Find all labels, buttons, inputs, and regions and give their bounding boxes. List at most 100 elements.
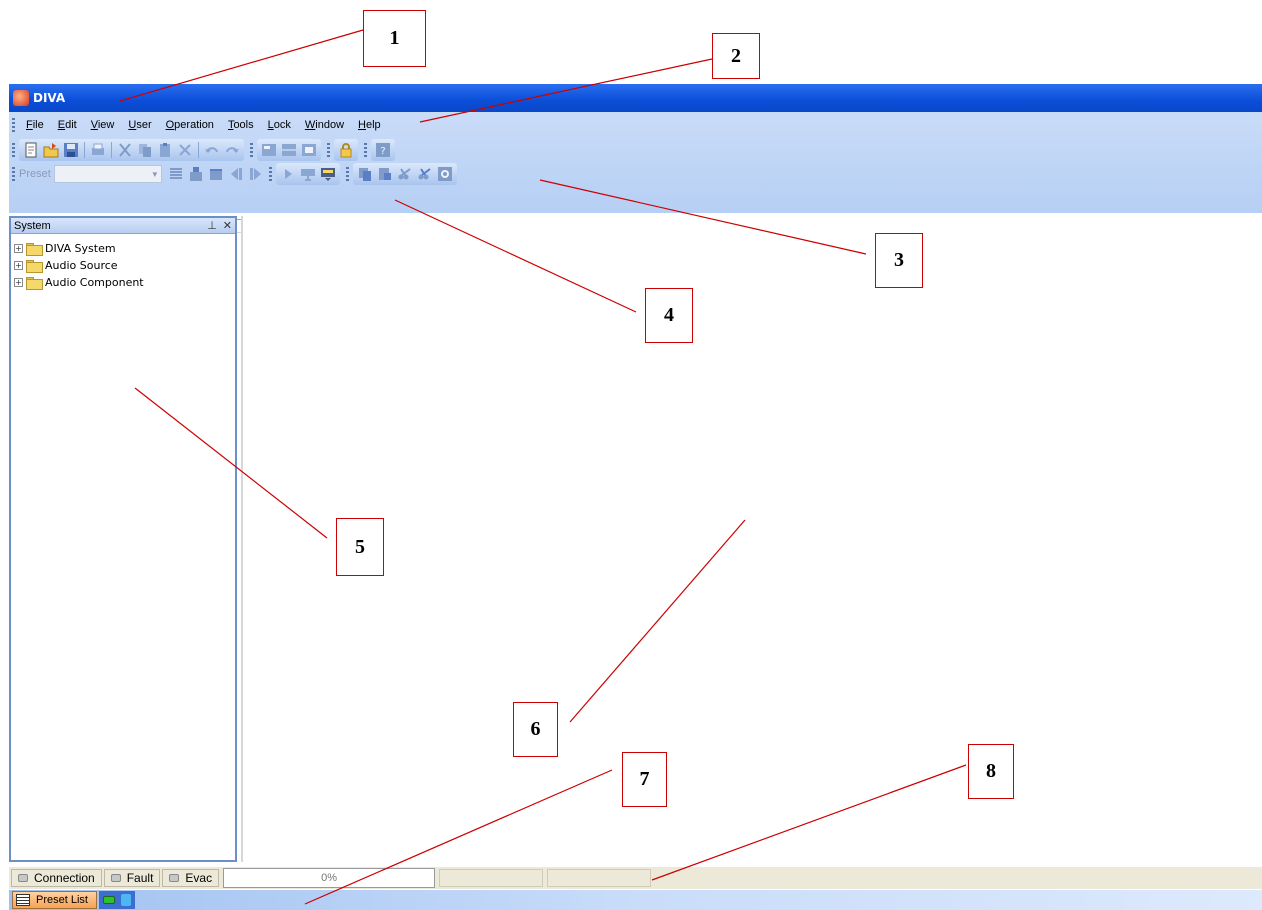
undo-icon[interactable] — [203, 141, 221, 159]
delete-icon[interactable] — [176, 141, 194, 159]
task-bar: Preset List — [9, 890, 1262, 910]
connection-led-icon — [18, 874, 28, 882]
component-paste-icon[interactable] — [376, 165, 394, 183]
expand-icon[interactable]: + — [14, 244, 23, 253]
folder-icon — [26, 243, 43, 256]
monitor-icon[interactable] — [299, 165, 317, 183]
system-panel-title: System — [14, 219, 51, 232]
save-icon[interactable] — [62, 141, 80, 159]
standard-toolbar: ? — [9, 138, 1262, 162]
tree-item-label: Audio Source — [45, 259, 118, 272]
separator — [111, 142, 112, 158]
component-cut-icon[interactable] — [396, 165, 414, 183]
preset-remove-icon[interactable] — [207, 165, 225, 183]
play-icon[interactable] — [279, 165, 297, 183]
preset-toolbar: Preset ▼ — [9, 162, 1262, 186]
layout-toolbar-group — [257, 139, 321, 161]
callout-1: 1 — [363, 10, 426, 67]
progress-text: 0% — [321, 872, 338, 884]
tray-icons — [98, 891, 135, 909]
tree-item-label: Audio Component — [45, 276, 144, 289]
callout-6: 6 — [513, 702, 558, 757]
system-panel: System ⊥ ✕ + DIVA System + Audio Source — [9, 216, 237, 862]
preset-list-label: Preset List — [36, 894, 88, 906]
menu-file[interactable]: File — [19, 119, 51, 131]
help-icon[interactable]: ? — [374, 141, 392, 159]
menu-user[interactable]: User — [121, 119, 158, 131]
lock-icon[interactable] — [337, 141, 355, 159]
preset-list-button[interactable]: Preset List — [12, 891, 97, 909]
print-icon[interactable] — [89, 141, 107, 159]
new-icon[interactable] — [22, 141, 40, 159]
progress-bar: 0% — [223, 868, 436, 888]
close-icon[interactable]: ✕ — [223, 219, 232, 232]
callout-2: 2 — [712, 33, 760, 79]
menu-tools[interactable]: Tools — [221, 119, 261, 131]
paste-icon[interactable] — [156, 141, 174, 159]
layout-one-icon[interactable] — [260, 141, 278, 159]
redo-icon[interactable] — [223, 141, 241, 159]
grip-icon[interactable] — [364, 143, 367, 157]
main-workspace[interactable] — [241, 216, 1262, 862]
folder-icon — [26, 277, 43, 290]
cut-icon[interactable] — [116, 141, 134, 159]
open-icon[interactable] — [42, 141, 60, 159]
window-title: DIVA — [33, 91, 66, 105]
help-toolbar-group: ? — [371, 139, 395, 161]
component-toolbar-group — [352, 163, 457, 185]
tree-item-label: DIVA System — [45, 242, 116, 255]
separator — [198, 142, 199, 158]
preset-combo[interactable]: ▼ — [53, 165, 162, 183]
command-bars: File Edit View User Operation Tools Lock… — [9, 112, 1262, 233]
callout-4: 4 — [645, 288, 693, 343]
menu-edit[interactable]: Edit — [51, 119, 84, 131]
grip-icon[interactable] — [250, 143, 253, 157]
component-cut-alt-icon[interactable] — [416, 165, 434, 183]
menu-operation[interactable]: Operation — [159, 119, 221, 131]
layout-three-icon[interactable] — [300, 141, 318, 159]
preset-prev-icon[interactable] — [227, 165, 245, 183]
separator — [84, 142, 85, 158]
callout-5: 5 — [336, 518, 384, 576]
preset-add-icon[interactable] — [187, 165, 205, 183]
layout-two-icon[interactable] — [280, 141, 298, 159]
status-pane — [547, 869, 652, 887]
copy-icon[interactable] — [136, 141, 154, 159]
network-icon[interactable] — [120, 894, 131, 906]
menu-window[interactable]: Window — [298, 119, 351, 131]
tree-item-diva-system[interactable]: + DIVA System — [14, 240, 235, 257]
connection-status: Connection — [11, 869, 102, 887]
grip-icon[interactable] — [327, 143, 330, 157]
preset-next-icon[interactable] — [247, 165, 265, 183]
menu-help[interactable]: Help — [351, 119, 388, 131]
grip-icon[interactable] — [12, 118, 15, 132]
pin-icon[interactable]: ⊥ — [207, 219, 217, 232]
grip-icon[interactable] — [345, 167, 349, 181]
callout-8: 8 — [968, 744, 1014, 799]
fault-status: Fault — [103, 869, 161, 887]
expand-icon[interactable]: + — [14, 261, 23, 270]
status-indicator-icon[interactable] — [102, 896, 115, 904]
component-copy-icon[interactable] — [356, 165, 374, 183]
callout-3: 3 — [875, 233, 923, 288]
list-icon — [16, 894, 30, 906]
grip-icon[interactable] — [12, 167, 15, 181]
preset-label: Preset — [19, 168, 51, 180]
chevron-down-icon[interactable]: ▼ — [149, 170, 161, 179]
callout-7: 7 — [622, 752, 667, 807]
system-tree: + DIVA System + Audio Source + Audio Com… — [11, 234, 235, 291]
grip-icon[interactable] — [12, 143, 15, 157]
menu-lock[interactable]: Lock — [261, 119, 298, 131]
fault-led-icon — [110, 874, 121, 882]
file-toolbar-group — [19, 139, 244, 161]
grip-icon[interactable] — [268, 167, 272, 181]
display-icon[interactable] — [319, 165, 337, 183]
expand-icon[interactable]: + — [14, 278, 23, 287]
tree-item-audio-source[interactable]: + Audio Source — [14, 257, 235, 274]
menu-view[interactable]: View — [84, 119, 122, 131]
title-bar[interactable]: DIVA — [9, 84, 1262, 112]
tree-item-audio-component[interactable]: + Audio Component — [14, 274, 235, 291]
preset-list-icon[interactable] — [167, 165, 185, 183]
figure: DIVA File Edit View User Operation Tools… — [0, 0, 1262, 910]
component-record-icon[interactable] — [436, 165, 454, 183]
